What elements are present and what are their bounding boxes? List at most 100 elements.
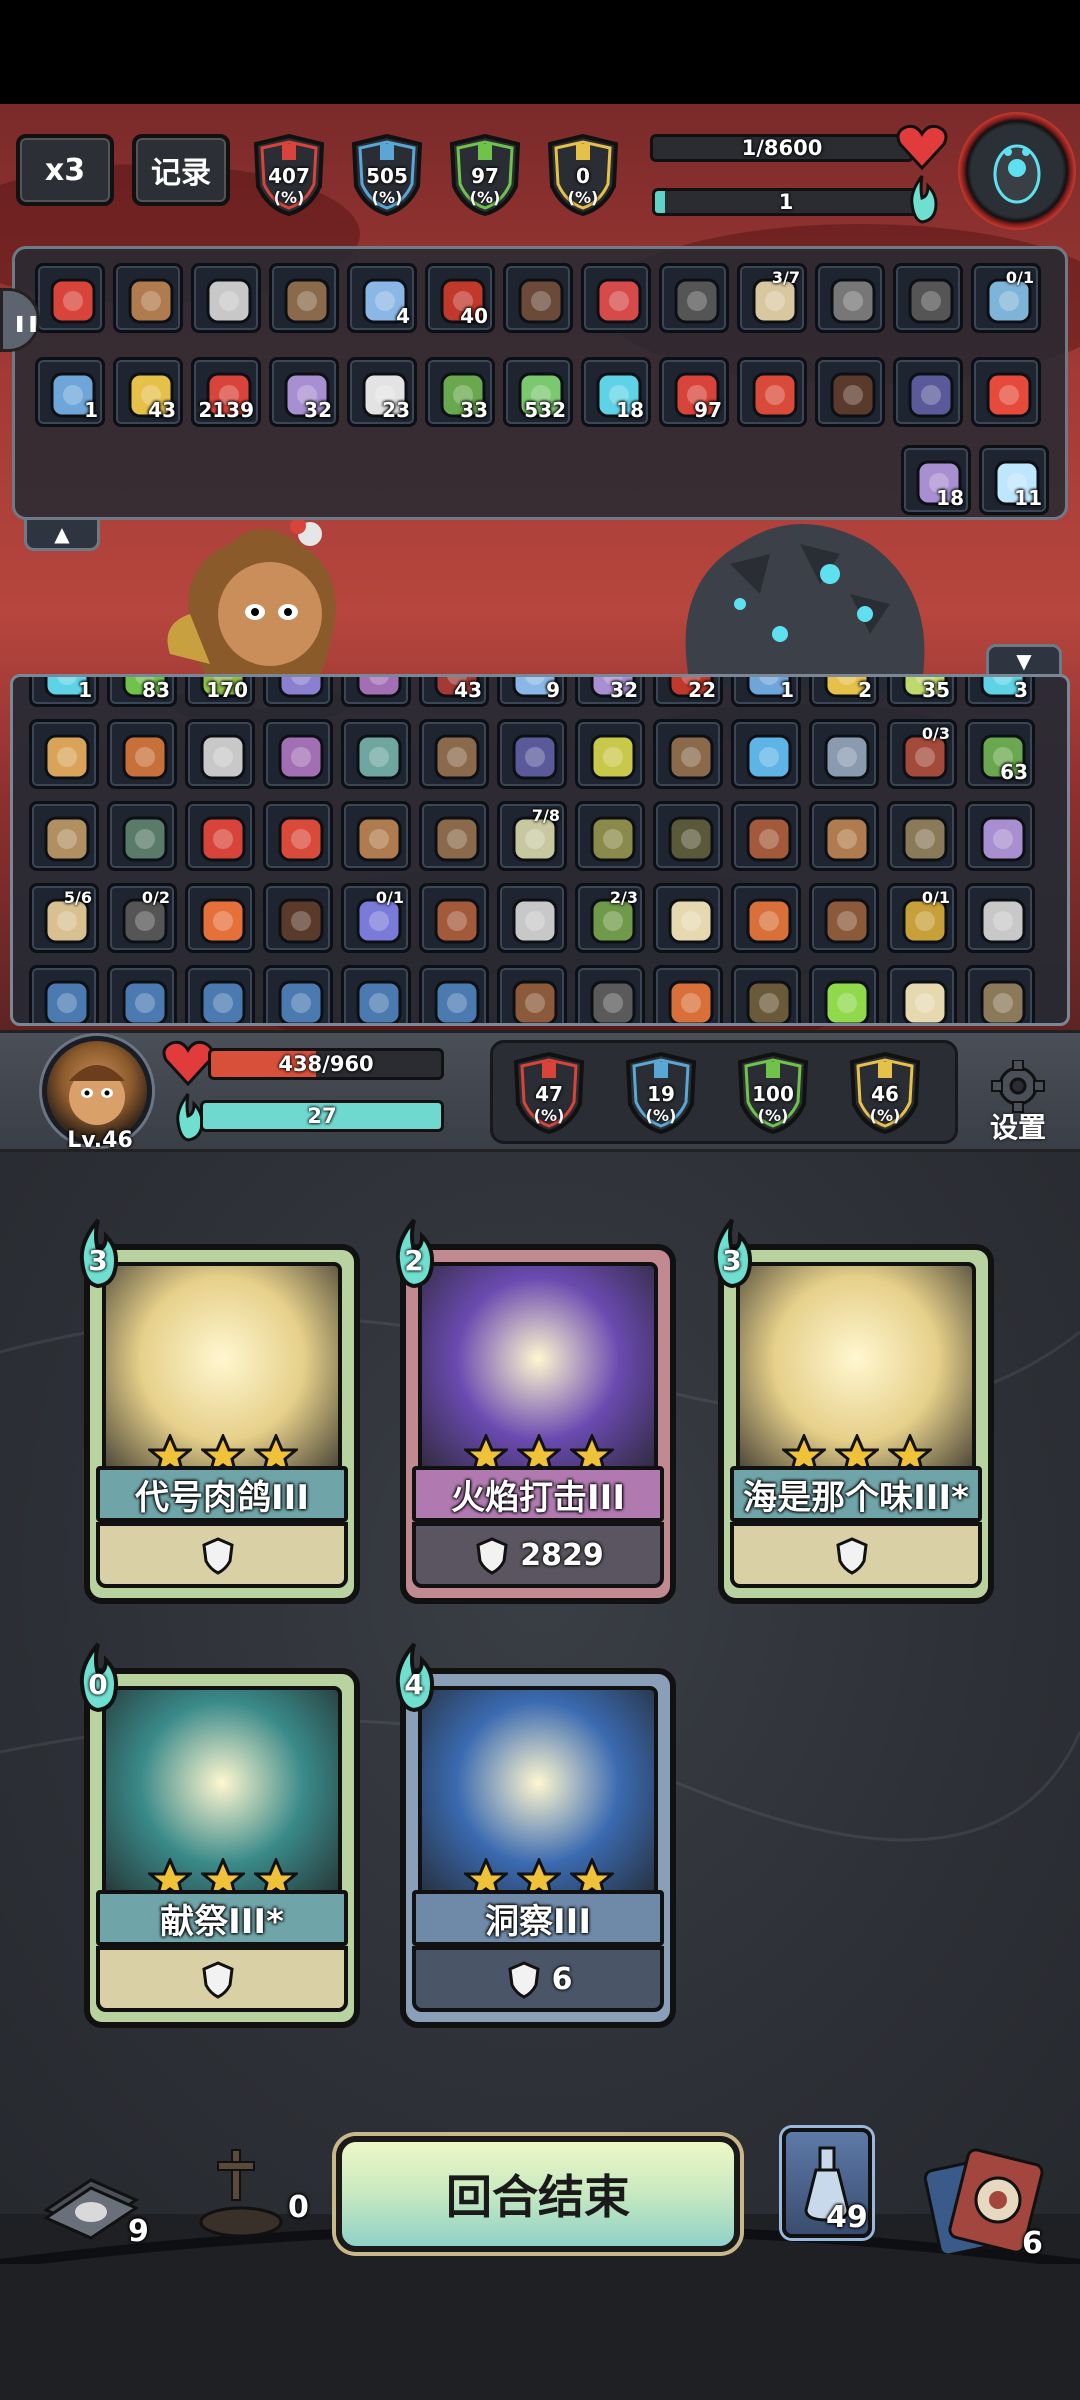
collapse-relics-button[interactable]: ▲ xyxy=(24,517,100,551)
item-slot[interactable] xyxy=(263,965,333,1023)
item-slot[interactable] xyxy=(653,965,723,1023)
item-slot[interactable] xyxy=(815,357,885,427)
item-slot[interactable] xyxy=(893,263,963,333)
item-slot[interactable] xyxy=(263,883,333,953)
item-slot[interactable]: 1 xyxy=(731,677,801,707)
item-slot[interactable] xyxy=(29,965,99,1023)
item-slot[interactable] xyxy=(737,357,807,427)
item-slot[interactable] xyxy=(731,719,801,789)
settings-button[interactable]: 设置 xyxy=(980,1059,1056,1144)
item-slot[interactable]: 9 xyxy=(497,677,567,707)
item-slot[interactable]: 18 xyxy=(901,445,971,515)
item-slot[interactable]: 3 xyxy=(965,677,1035,707)
item-slot[interactable] xyxy=(575,719,645,789)
item-slot[interactable]: 43 xyxy=(113,357,183,427)
item-slot[interactable] xyxy=(185,965,255,1023)
item-slot[interactable] xyxy=(887,801,957,871)
item-slot[interactable]: 5/6 xyxy=(29,883,99,953)
item-slot[interactable] xyxy=(815,263,885,333)
item-slot[interactable]: 1 xyxy=(29,677,99,707)
exhaust-pile[interactable] xyxy=(196,2140,286,2240)
item-slot[interactable]: 18 xyxy=(581,357,651,427)
item-slot[interactable]: 4 xyxy=(347,263,417,333)
item-slot[interactable] xyxy=(185,801,255,871)
item-slot[interactable]: 7/8 xyxy=(497,801,567,871)
item-slot[interactable] xyxy=(341,719,411,789)
hand-card[interactable]: 火焰打击III 2829 2 xyxy=(395,1218,676,1604)
item-slot[interactable] xyxy=(419,883,489,953)
item-slot[interactable] xyxy=(263,719,333,789)
item-slot[interactable]: 1 xyxy=(35,357,105,427)
item-slot[interactable]: 83 xyxy=(107,677,177,707)
item-slot[interactable] xyxy=(107,965,177,1023)
item-slot[interactable] xyxy=(185,883,255,953)
item-slot[interactable] xyxy=(107,719,177,789)
item-slot[interactable] xyxy=(965,883,1035,953)
item-slot[interactable]: 0/1 xyxy=(887,883,957,953)
item-slot[interactable] xyxy=(731,883,801,953)
item-slot[interactable] xyxy=(575,965,645,1023)
item-slot[interactable] xyxy=(419,801,489,871)
item-slot[interactable] xyxy=(497,965,567,1023)
item-slot[interactable] xyxy=(965,801,1035,871)
item-slot[interactable] xyxy=(341,965,411,1023)
item-slot[interactable]: 40 xyxy=(425,263,495,333)
expand-inventory-button[interactable]: ▼ xyxy=(986,644,1062,678)
item-slot[interactable] xyxy=(419,965,489,1023)
item-slot[interactable] xyxy=(113,263,183,333)
item-slot[interactable] xyxy=(653,883,723,953)
item-slot[interactable]: 2/3 xyxy=(575,883,645,953)
item-slot[interactable]: 97 xyxy=(659,357,729,427)
item-slot[interactable] xyxy=(419,719,489,789)
hand-card[interactable]: 献祭III* 0 xyxy=(79,1642,360,2028)
item-slot[interactable]: 33 xyxy=(425,357,495,427)
item-slot[interactable] xyxy=(809,965,879,1023)
item-slot[interactable]: 532 xyxy=(503,357,573,427)
item-slot[interactable]: 63 xyxy=(965,719,1035,789)
item-slot[interactable] xyxy=(497,719,567,789)
item-slot[interactable]: 3/7 xyxy=(737,263,807,333)
boss-portrait[interactable] xyxy=(958,112,1076,230)
item-slot[interactable] xyxy=(263,677,333,707)
item-slot[interactable] xyxy=(971,357,1041,427)
item-slot[interactable] xyxy=(341,677,411,707)
item-slot[interactable]: 23 xyxy=(347,357,417,427)
hand-card[interactable]: 洞察III 6 4 xyxy=(395,1642,676,2028)
item-slot[interactable]: 22 xyxy=(653,677,723,707)
item-slot[interactable] xyxy=(809,801,879,871)
item-slot[interactable] xyxy=(887,965,957,1023)
item-slot[interactable]: 170 xyxy=(185,677,255,707)
item-slot[interactable] xyxy=(965,965,1035,1023)
item-slot[interactable] xyxy=(191,263,261,333)
item-slot[interactable] xyxy=(497,883,567,953)
item-slot[interactable] xyxy=(185,719,255,789)
item-slot[interactable]: 2139 xyxy=(191,357,261,427)
item-slot[interactable] xyxy=(653,719,723,789)
item-slot[interactable] xyxy=(653,801,723,871)
item-slot[interactable]: 35 xyxy=(887,677,957,707)
item-slot[interactable] xyxy=(503,263,573,333)
item-slot[interactable] xyxy=(731,965,801,1023)
item-slot[interactable] xyxy=(893,357,963,427)
item-slot[interactable] xyxy=(659,263,729,333)
item-slot[interactable] xyxy=(263,801,333,871)
item-slot[interactable]: 43 xyxy=(419,677,489,707)
item-slot[interactable] xyxy=(341,801,411,871)
item-slot[interactable] xyxy=(581,263,651,333)
item-slot[interactable]: 0/1 xyxy=(341,883,411,953)
item-slot[interactable] xyxy=(731,801,801,871)
speed-button[interactable]: x3 xyxy=(16,134,114,206)
item-slot[interactable] xyxy=(35,263,105,333)
item-slot[interactable] xyxy=(575,801,645,871)
item-slot[interactable] xyxy=(107,801,177,871)
item-slot[interactable]: 0/2 xyxy=(107,883,177,953)
end-turn-button[interactable]: 回合结束 xyxy=(336,2136,740,2252)
item-slot[interactable]: 0/3 xyxy=(887,719,957,789)
item-slot[interactable] xyxy=(29,719,99,789)
item-slot[interactable]: 32 xyxy=(269,357,339,427)
hand-card[interactable]: 海是那个味III* 3 xyxy=(713,1218,994,1604)
item-slot[interactable] xyxy=(269,263,339,333)
item-slot[interactable]: 11 xyxy=(979,445,1049,515)
item-slot[interactable] xyxy=(809,883,879,953)
record-button[interactable]: 记录 xyxy=(132,134,230,206)
